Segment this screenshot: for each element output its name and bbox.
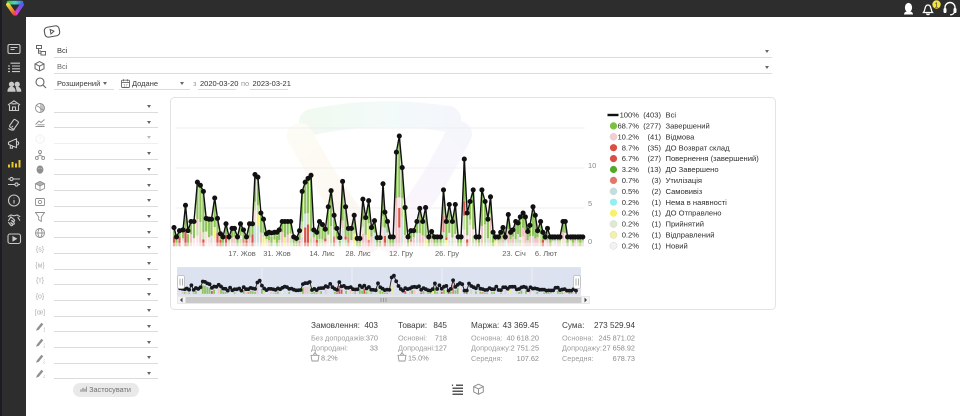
svg-text:8.2%: 8.2% [321,354,338,363]
svg-text:Середня:: Середня: [562,354,594,363]
svg-text:15.0%: 15.0% [408,354,429,363]
svg-text:2 751.25: 2 751.25 [511,344,539,353]
svg-text:Сума:: Сума: [562,321,584,330]
svg-text:127: 127 [435,344,447,353]
svg-text:33: 33 [370,344,378,353]
svg-text:Допродані:: Допродані: [311,344,348,353]
svg-text:370: 370 [366,334,378,343]
svg-text:Маржа:: Маржа: [471,321,499,330]
svg-text:Допродажу:: Допродажу: [562,344,602,353]
svg-text:Товари:: Товари: [398,321,427,330]
svg-text:40 618.20: 40 618.20 [507,334,539,343]
svg-text:845: 845 [433,321,447,330]
svg-text:Замовлення:: Замовлення: [311,321,360,330]
svg-text:678.73: 678.73 [613,354,635,363]
svg-text:Основна:: Основна: [471,334,502,343]
svg-text:27 658.92: 27 658.92 [603,344,635,353]
svg-text:107.62: 107.62 [517,354,539,363]
svg-text:Допродані:: Допродані: [398,344,435,353]
svg-text:Основні:: Основні: [398,334,427,343]
svg-text:Середня:: Середня: [471,354,503,363]
svg-text:43 369.45: 43 369.45 [503,321,540,330]
svg-text:245 871.02: 245 871.02 [598,334,635,343]
svg-text:Допродажу:: Допродажу: [471,344,511,353]
svg-text:403: 403 [364,321,378,330]
svg-text:273 529.94: 273 529.94 [594,321,635,330]
svg-text:Основна:: Основна: [562,334,593,343]
svg-text:Без допродажів:: Без допродажів: [311,334,366,343]
svg-text:718: 718 [435,334,447,343]
